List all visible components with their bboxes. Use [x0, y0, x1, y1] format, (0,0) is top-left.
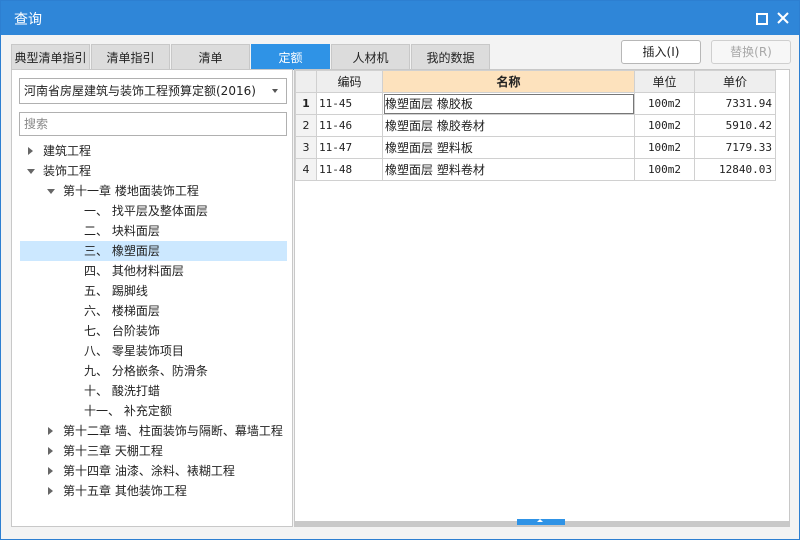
tree-node-section-9[interactable]: 九、 分格嵌条、防滑条 — [12, 361, 287, 381]
tab-bill[interactable]: 清单 — [171, 44, 250, 70]
tree-node-section-2[interactable]: 二、 块料面层 — [12, 221, 287, 241]
tree-node-chapter-14[interactable]: 第十四章 油漆、涂料、裱糊工程 — [12, 461, 287, 481]
window-title: 查询 — [14, 12, 42, 28]
row-number: 2 — [295, 114, 317, 137]
insert-button[interactable]: 插入(I) — [621, 40, 701, 64]
tree-node-label: 第十三章 天棚工程 — [63, 444, 163, 458]
tree-node-section-1[interactable]: 一、 找平层及整体面层 — [12, 201, 287, 221]
tab-labor-material-machine[interactable]: 人材机 — [331, 44, 410, 70]
column-header-name[interactable]: 名称 — [382, 70, 635, 93]
row-number-header — [295, 70, 317, 93]
tree-node-chapter-11[interactable]: 第十一章 楼地面装饰工程 — [12, 181, 287, 201]
collapse-icon[interactable] — [27, 169, 35, 174]
expand-icon[interactable] — [48, 447, 53, 455]
tree-node-label: 装饰工程 — [43, 164, 92, 178]
close-icon — [777, 12, 789, 24]
tree-node-label: 七、 台阶装饰 — [84, 324, 160, 338]
table-header-row: 编码 名称 单位 单价 — [295, 70, 776, 93]
tree-node-label: 第十一章 楼地面装饰工程 — [63, 184, 199, 198]
tree-node-section-3[interactable]: 三、 橡塑面层 — [20, 241, 287, 261]
tree-node-decoration[interactable]: 装饰工程 — [12, 161, 287, 181]
panel-splitter[interactable] — [295, 519, 789, 526]
tree-node-label: 八、 零星装饰项目 — [84, 344, 184, 358]
row-number: 4 — [295, 158, 317, 181]
cell-unit[interactable]: 100m2 — [634, 158, 695, 181]
tree-node-section-10[interactable]: 十、 酸洗打蜡 — [12, 381, 287, 401]
table-row[interactable]: 3 11-47 橡塑面层 塑料板 100m2 7179.33 — [295, 136, 776, 159]
tree-node-section-6[interactable]: 六、 楼梯面层 — [12, 301, 287, 321]
tree-node-label: 三、 橡塑面层 — [84, 244, 160, 258]
cell-code[interactable]: 11-46 — [316, 114, 383, 137]
search-input[interactable] — [19, 112, 287, 136]
cell-code[interactable]: 11-47 — [316, 136, 383, 159]
tree-node-section-5[interactable]: 五、 踢脚线 — [12, 281, 287, 301]
expand-icon[interactable] — [48, 427, 53, 435]
quota-library-select[interactable]: 河南省房屋建筑与装饰工程预算定额(2016) — [19, 78, 287, 104]
quota-table: 编码 名称 单位 单价 1 11-45 橡塑面层 橡胶板 100m2 7331.… — [295, 70, 776, 181]
cell-name[interactable]: 橡塑面层 橡胶板 — [382, 92, 635, 115]
collapse-icon[interactable] — [47, 189, 55, 194]
cell-name[interactable]: 橡塑面层 塑料卷材 — [382, 158, 635, 181]
tree-node-building[interactable]: 建筑工程 — [12, 141, 287, 161]
table-row[interactable]: 2 11-46 橡塑面层 橡胶卷材 100m2 5910.42 — [295, 114, 776, 137]
tree-node-label: 第十二章 墙、柱面装饰与隔断、幕墙工程 — [63, 424, 283, 438]
dropdown-arrow-icon — [272, 89, 278, 93]
quota-tree-panel: 河南省房屋建筑与装饰工程预算定额(2016) 建筑工程 装饰工程 第十一章 楼地… — [11, 69, 293, 527]
cell-name[interactable]: 橡塑面层 橡胶卷材 — [382, 114, 635, 137]
tree-node-label: 九、 分格嵌条、防滑条 — [84, 364, 208, 378]
expand-icon[interactable] — [28, 147, 33, 155]
tree-node-section-7[interactable]: 七、 台阶装饰 — [12, 321, 287, 341]
maximize-button[interactable] — [753, 10, 769, 26]
cell-price[interactable]: 7179.33 — [694, 136, 776, 159]
column-header-unit[interactable]: 单位 — [634, 70, 695, 93]
splitter-handle[interactable] — [517, 519, 565, 525]
quota-library-value: 河南省房屋建筑与装饰工程预算定额(2016) — [24, 84, 256, 98]
tree-node-label: 一、 找平层及整体面层 — [84, 204, 208, 218]
tree-node-label: 六、 楼梯面层 — [84, 304, 160, 318]
replace-button[interactable]: 替换(R) — [711, 40, 791, 64]
tree-node-label: 建筑工程 — [43, 144, 92, 158]
cell-unit[interactable]: 100m2 — [634, 136, 695, 159]
table-row[interactable]: 1 11-45 橡塑面层 橡胶板 100m2 7331.94 — [295, 92, 776, 115]
tree-node-label: 二、 块料面层 — [84, 224, 160, 238]
tree-node-chapter-13[interactable]: 第十三章 天棚工程 — [12, 441, 287, 461]
query-window: 查询 典型清单指引 清单指引 清单 定额 人材机 我的数据 插入(I) 替换(R… — [0, 0, 800, 540]
tree-node-section-4[interactable]: 四、 其他材料面层 — [12, 261, 287, 281]
tree-node-label: 第十四章 油漆、涂料、裱糊工程 — [63, 464, 235, 478]
tree-node-section-8[interactable]: 八、 零星装饰项目 — [12, 341, 287, 361]
chevron-up-icon — [537, 519, 543, 522]
tab-typical-bill-guide[interactable]: 典型清单指引 — [11, 44, 90, 70]
column-header-code[interactable]: 编码 — [316, 70, 383, 93]
tree-node-label: 四、 其他材料面层 — [84, 264, 184, 278]
cell-price[interactable]: 5910.42 — [694, 114, 776, 137]
tree-node-chapter-15[interactable]: 第十五章 其他装饰工程 — [12, 481, 287, 501]
tab-quota[interactable]: 定额 — [251, 44, 330, 70]
tab-bill-guide[interactable]: 清单指引 — [91, 44, 170, 70]
tree-node-label: 第十五章 其他装饰工程 — [63, 484, 187, 498]
tree-node-chapter-12[interactable]: 第十二章 墙、柱面装饰与隔断、幕墙工程 — [12, 421, 287, 441]
cell-price[interactable]: 7331.94 — [694, 92, 776, 115]
tree-node-label: 十一、 补充定额 — [84, 404, 172, 418]
cell-price[interactable]: 12840.03 — [694, 158, 776, 181]
cell-name[interactable]: 橡塑面层 塑料板 — [382, 136, 635, 159]
close-button[interactable] — [775, 10, 791, 26]
column-header-price[interactable]: 单价 — [694, 70, 776, 93]
quota-grid-panel: 编码 名称 单位 单价 1 11-45 橡塑面层 橡胶板 100m2 7331.… — [294, 69, 790, 527]
tree-node-label: 十、 酸洗打蜡 — [84, 384, 160, 398]
cell-code[interactable]: 11-45 — [316, 92, 383, 115]
cell-unit[interactable]: 100m2 — [634, 114, 695, 137]
expand-icon[interactable] — [48, 467, 53, 475]
maximize-icon — [756, 13, 768, 25]
row-number: 1 — [295, 92, 317, 115]
cell-unit[interactable]: 100m2 — [634, 92, 695, 115]
tab-my-data[interactable]: 我的数据 — [411, 44, 490, 70]
cell-code[interactable]: 11-48 — [316, 158, 383, 181]
tree-node-section-11[interactable]: 十一、 补充定额 — [12, 401, 287, 421]
row-number: 3 — [295, 136, 317, 159]
table-row[interactable]: 4 11-48 橡塑面层 塑料卷材 100m2 12840.03 — [295, 158, 776, 181]
title-bar[interactable]: 查询 — [1, 1, 799, 35]
expand-icon[interactable] — [48, 487, 53, 495]
tree-node-label: 五、 踢脚线 — [84, 284, 148, 298]
